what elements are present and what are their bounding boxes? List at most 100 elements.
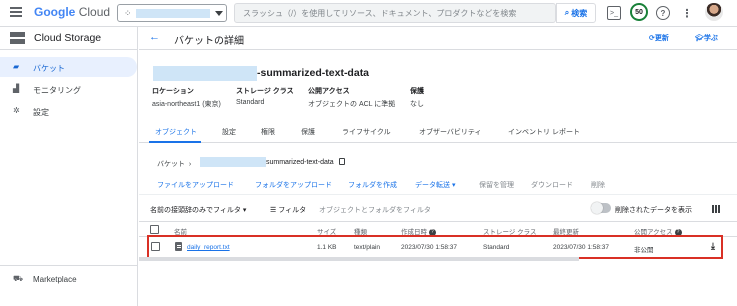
help-icon[interactable]: ? [656, 6, 670, 20]
avatar[interactable] [705, 3, 723, 21]
caret-down-icon: ▾ [242, 207, 247, 214]
meta-label-location: ロケーション [152, 88, 194, 95]
horizontal-scrollbar[interactable] [139, 257, 579, 261]
school-icon: 🎓︎ [695, 35, 704, 42]
download-button[interactable]: ダウンロード [531, 180, 573, 190]
select-all-checkbox[interactable] [150, 225, 159, 234]
sidebar-item-settings[interactable]: ✲ 設定 [0, 101, 137, 121]
filter-label: フィルタ [278, 207, 307, 214]
project-name-redacted [136, 9, 210, 18]
meta-label-protection: 保護 [410, 88, 424, 95]
bucket-name: -summarized-text-data [257, 67, 370, 79]
cell-storage-class: Standard [483, 244, 510, 251]
file-icon [175, 242, 182, 251]
bucket-icon: ▰ [13, 62, 20, 71]
filter-button[interactable]: ☰ フィルタ [270, 205, 306, 215]
main-content: ← バケットの詳細 ⟳更新 🎓︎学ぶ -summarized-text-data… [139, 27, 737, 306]
column-display-icon[interactable] [712, 205, 720, 213]
sidebar: Cloud Storage ▰ バケット ▟ モニタリング ✲ 設定 ⛟ Mar… [0, 27, 138, 306]
tab-objects[interactable]: オブジェクト [155, 127, 197, 137]
show-deleted-toggle[interactable] [591, 202, 611, 214]
upload-folder-button[interactable]: フォルダをアップロード [255, 180, 332, 190]
caret-down-icon: ▾ [451, 182, 456, 189]
sidebar-item-monitoring[interactable]: ▟ モニタリング [0, 79, 137, 99]
filter-input[interactable]: オブジェクトとフォルダをフィルタ [319, 205, 431, 215]
table-row[interactable]: daily_report.txt 1.1 KB text/plain 2023/… [147, 235, 723, 259]
file-name-link[interactable]: daily_report.txt [187, 244, 230, 251]
brand-google: Google [34, 5, 76, 19]
create-folder-button[interactable]: フォルダを作成 [348, 180, 397, 190]
bucket-name-redacted [153, 66, 257, 81]
sidebar-item-label: Marketplace [33, 275, 77, 284]
refresh-button[interactable]: ⟳更新 [649, 33, 669, 43]
learn-label: 学ぶ [703, 35, 718, 42]
tab-lifecycle[interactable]: ライフサイクル [342, 127, 391, 137]
chevron-down-icon [215, 11, 223, 16]
notification-badge[interactable]: 50 [630, 3, 648, 21]
transfer-data-button[interactable]: データ転送 ▾ [415, 180, 455, 190]
tab-bar: オブジェクト 設定 権限 保護 ライフサイクル オブザーバビリティ インベントリ… [139, 123, 737, 143]
prefix-filter-dropdown[interactable]: 名前の接頭辞のみでフィルタ ▾ [150, 205, 246, 215]
download-icon[interactable]: ⤓ [711, 241, 715, 252]
chart-icon: ▟ [13, 84, 20, 93]
search-button-label: 検索 [571, 8, 588, 18]
manage-holds-button[interactable]: 保留を管理 [479, 180, 514, 190]
chevron-right-icon: › [188, 161, 192, 168]
cell-size: 1.1 KB [317, 244, 337, 251]
gear-icon: ✲ [13, 106, 20, 115]
tab-config[interactable]: 設定 [222, 127, 236, 137]
sidebar-item-marketplace[interactable]: ⛟ Marketplace [0, 269, 137, 289]
breadcrumb-root[interactable]: バケット [157, 161, 185, 168]
filter-icon: ☰ [270, 207, 277, 214]
menu-icon[interactable] [10, 7, 22, 17]
search-icon: ⌕ [564, 8, 570, 17]
sidebar-footer: ⛟ Marketplace [0, 265, 138, 306]
cloud-shell-icon[interactable]: >_ [607, 6, 621, 20]
cell-updated: 2023/07/30 1:58:37 [553, 244, 610, 251]
breadcrumb-name-redacted [200, 157, 266, 167]
meta-label-public-access: 公開アクセス [308, 88, 350, 95]
search-placeholder: スラッシュ（/）を使用してリソース、ドキュメント、プロダクトなどを検索 [243, 9, 517, 18]
project-icon: ⁘ [124, 8, 132, 18]
meta-value-protection: なし [410, 101, 424, 108]
sidebar-title: Cloud Storage [34, 32, 102, 44]
back-arrow-icon[interactable]: ← [149, 31, 160, 43]
more-vert-icon[interactable]: ⋮ [680, 6, 694, 20]
meta-value-storage-class: Standard [236, 99, 265, 106]
learn-button[interactable]: 🎓︎学ぶ [695, 33, 718, 43]
sidebar-header: Cloud Storage [0, 27, 138, 50]
tab-observability[interactable]: オブザーバビリティ [419, 127, 482, 137]
cell-type: text/plain [354, 244, 381, 251]
title-bar: ← バケットの詳細 ⟳更新 🎓︎学ぶ [139, 27, 737, 50]
tab-inventory-reports[interactable]: インベントリ レポート [508, 127, 580, 137]
copy-icon[interactable] [339, 158, 345, 165]
brand-cloud: Cloud [78, 5, 111, 19]
prefix-filter-label: 名前の接頭辞のみでフィルタ [150, 207, 241, 214]
meta-value-location: asia-northeast1 (東京) [152, 101, 221, 108]
sidebar-item-label: 設定 [33, 108, 49, 117]
storage-icon [10, 32, 25, 44]
sidebar-item-buckets[interactable]: ▰ バケット [0, 57, 137, 77]
active-tab-indicator [149, 141, 201, 143]
breadcrumb: バケット › [157, 159, 191, 169]
top-bar: Google Cloud ⁘ スラッシュ（/）を使用してリソース、ドキュメント、… [0, 0, 737, 27]
cell-created: 2023/07/30 1:58:37 [401, 244, 458, 251]
transfer-data-label: データ転送 [415, 182, 450, 189]
sidebar-item-label: モニタリング [33, 86, 81, 95]
tab-protection[interactable]: 保護 [301, 127, 315, 137]
show-deleted-label: 削除されたデータを表示 [615, 207, 692, 214]
sidebar-item-label: バケット [33, 64, 65, 73]
search-button[interactable]: ⌕ 検索 [556, 3, 596, 23]
project-selector[interactable]: ⁘ [117, 4, 227, 22]
meta-label-storage-class: ストレージ クラス [236, 88, 294, 95]
row-checkbox[interactable] [151, 242, 160, 251]
breadcrumb-bucket-name: summarized-text-data [266, 159, 334, 166]
cell-public-access: 非公開 [634, 247, 654, 254]
page-title: バケットの詳細 [174, 36, 244, 47]
meta-value-public-access: オブジェクトの ACL に準拠 [308, 101, 396, 108]
search-input[interactable]: スラッシュ（/）を使用してリソース、ドキュメント、プロダクトなどを検索 [234, 3, 556, 23]
tab-permissions[interactable]: 権限 [261, 127, 275, 137]
delete-button[interactable]: 削除 [591, 180, 605, 190]
upload-files-button[interactable]: ファイルをアップロード [157, 180, 234, 190]
google-cloud-logo[interactable]: Google Cloud [34, 5, 110, 19]
